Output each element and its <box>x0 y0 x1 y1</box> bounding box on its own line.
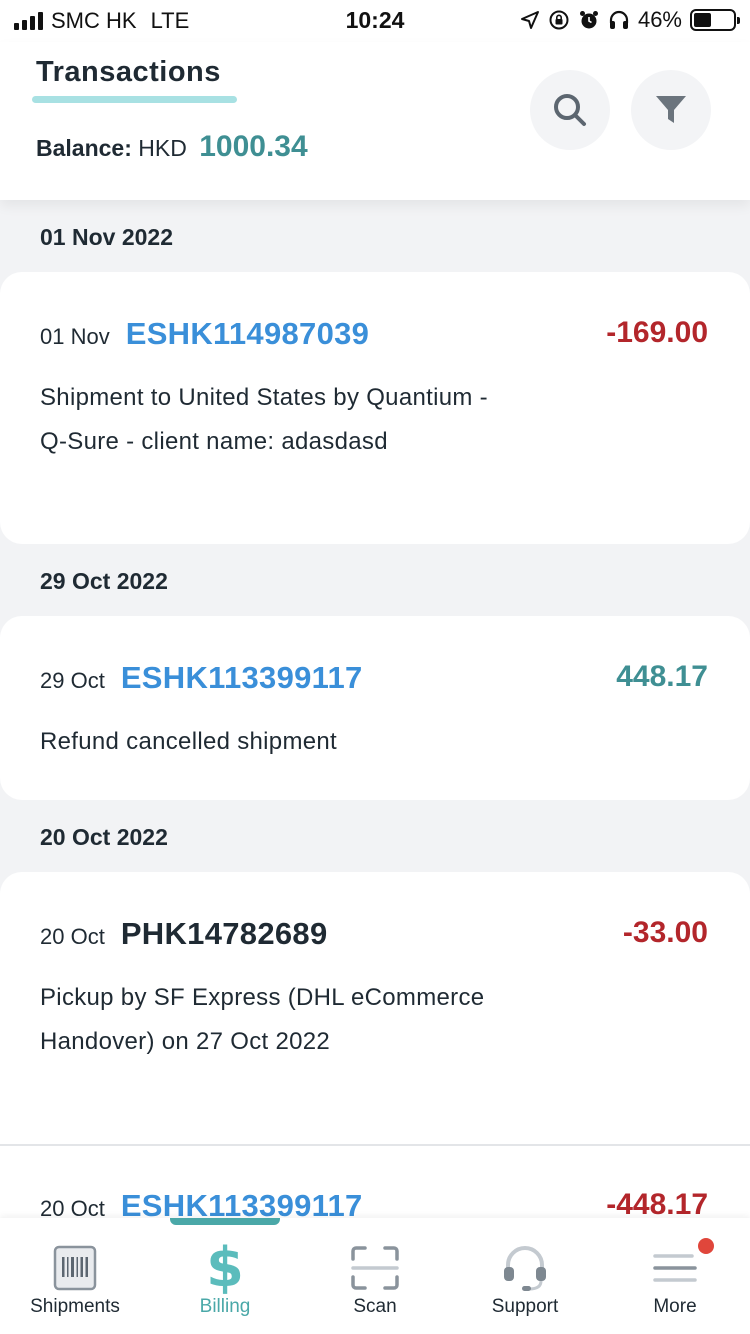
transactions-tab[interactable]: Transactions <box>36 56 221 89</box>
transaction-amount: -33.00 <box>622 916 708 949</box>
tab-support[interactable]: Support <box>450 1232 600 1328</box>
date-group-header: 29 Oct 2022 <box>40 568 168 594</box>
status-bar: SMC HK LTE 10:24 46% <box>0 0 750 42</box>
transaction-row-top: 29 Oct ESHK113399117 <box>40 660 363 696</box>
date-group-header: 01 Nov 2022 <box>40 224 173 250</box>
transaction-date: 29 Oct <box>40 668 105 693</box>
headphones-icon <box>609 10 629 29</box>
transaction-card[interactable]: 01 Nov ESHK114987039 -169.00 Shipment to… <box>0 272 750 544</box>
transaction-date: 20 Oct <box>40 924 105 949</box>
transaction-reference-link[interactable]: ESHK113399117 <box>121 660 363 696</box>
location-arrow-icon <box>520 11 539 29</box>
balance-summary: Balance: HKD 1000.34 <box>36 130 308 164</box>
barcode-icon <box>45 1240 105 1296</box>
bottom-tab-bar: Shipments $ Billing Scan Support More <box>0 1218 750 1334</box>
battery-percent: 46% <box>637 7 682 32</box>
search-button[interactable] <box>530 70 610 150</box>
transaction-list[interactable]: 01 Nov 2022 01 Nov ESHK114987039 -169.00… <box>0 200 750 1218</box>
rotation-lock-icon <box>549 10 569 30</box>
transaction-card[interactable]: 20 Oct PHK14782689 -33.00 Pickup by SF E… <box>0 872 750 1144</box>
date-group-header: 20 Oct 2022 <box>40 824 168 850</box>
transaction-description: Refund cancelled shipment <box>40 728 338 755</box>
active-tab-indicator <box>32 96 237 103</box>
transaction-card[interactable]: 29 Oct ESHK113399117 448.17 Refund cance… <box>0 616 750 800</box>
search-icon <box>554 94 586 126</box>
transaction-date: 01 Nov <box>40 324 110 349</box>
tab-billing[interactable]: $ Billing <box>150 1232 300 1328</box>
transaction-description: Shipment to United States by Quantium - … <box>40 384 488 455</box>
balance-amount: 1000.34 <box>199 130 308 163</box>
notification-dot <box>698 1238 714 1254</box>
tab-scan[interactable]: Scan <box>300 1232 450 1328</box>
transaction-amount: -169.00 <box>606 316 708 349</box>
transaction-description: Pickup by SF Express (DHL eCommerce Hand… <box>40 984 485 1055</box>
dollar-icon: $ <box>206 1236 244 1299</box>
transaction-date: 20 Oct <box>40 1196 105 1218</box>
filter-button[interactable] <box>631 70 711 150</box>
tab-label: Shipments <box>30 1296 120 1317</box>
tab-shipments[interactable]: Shipments <box>0 1232 150 1328</box>
scan-frame-icon <box>345 1240 405 1296</box>
page-header: Transactions Balance: HKD 1000.34 <box>0 42 750 200</box>
tab-more[interactable]: More <box>600 1232 750 1328</box>
transaction-row-top: 20 Oct PHK14782689 <box>40 916 328 952</box>
transaction-amount: 448.17 <box>616 660 708 693</box>
tab-label: More <box>653 1296 697 1317</box>
alarm-icon <box>579 11 598 29</box>
balance-label: Balance: <box>36 135 132 161</box>
headset-icon <box>495 1240 555 1296</box>
status-right: 46% <box>520 7 740 33</box>
transaction-reference-link[interactable]: ESHK114987039 <box>126 316 369 352</box>
menu-lines-icon <box>645 1240 705 1296</box>
transaction-amount: -448.17 <box>606 1188 708 1218</box>
transaction-row-top: 01 Nov ESHK114987039 <box>40 316 369 352</box>
transaction-row-top: 20 Oct ESHK113399117 <box>40 1188 363 1218</box>
filter-icon <box>656 96 686 123</box>
balance-currency: HKD <box>138 135 187 161</box>
transaction-card[interactable]: 20 Oct ESHK113399117 -448.17 <box>0 1146 750 1218</box>
battery-icon <box>690 9 740 31</box>
tab-label: Billing <box>199 1296 251 1317</box>
tab-label: Support <box>491 1296 559 1317</box>
transaction-reference-link[interactable]: ESHK113399117 <box>121 1188 363 1218</box>
tab-label: Scan <box>353 1296 397 1317</box>
active-tab-indicator <box>170 1218 280 1225</box>
transaction-reference: PHK14782689 <box>120 916 328 951</box>
